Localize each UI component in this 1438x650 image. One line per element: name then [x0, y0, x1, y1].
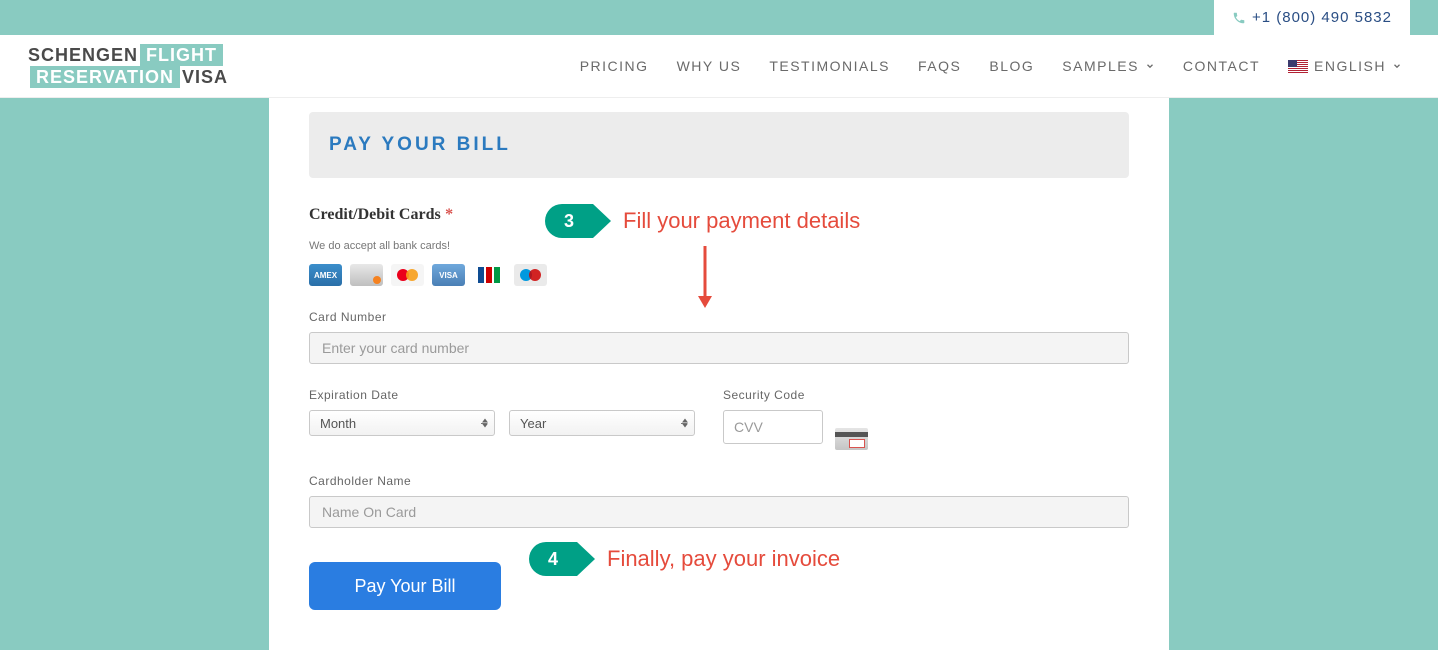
pay-button[interactable]: Pay Your Bill: [309, 562, 501, 610]
nav-language-label: ENGLISH: [1314, 58, 1386, 74]
nav-testimonials[interactable]: TESTIMONIALS: [769, 58, 890, 74]
nav-blog[interactable]: BLOG: [989, 58, 1034, 74]
required-mark: *: [445, 206, 453, 223]
nav-faqs[interactable]: FAQS: [918, 58, 961, 74]
jcb-icon: [473, 264, 506, 286]
mastercard-icon: [391, 264, 424, 286]
cvv-input[interactable]: [723, 410, 823, 444]
card-number-input[interactable]: [309, 332, 1129, 364]
chevron-down-icon: [1392, 61, 1402, 71]
visa-icon: VISA: [432, 264, 465, 286]
logo-word-2: FLIGHT: [140, 44, 223, 66]
nav-contact[interactable]: CONTACT: [1183, 58, 1260, 74]
cards-label: Credit/Debit Cards: [309, 206, 441, 223]
page-content: PAY YOUR BILL Credit/Debit Cards * We do…: [269, 98, 1169, 650]
nav-language[interactable]: ENGLISH: [1288, 58, 1402, 74]
expiration-label: Expiration Date: [309, 388, 709, 402]
section-heading: PAY YOUR BILL: [309, 112, 1129, 178]
security-code-label: Security Code: [723, 388, 868, 402]
accept-note: We do accept all bank cards!: [309, 240, 1129, 252]
section-heading-text: PAY YOUR BILL: [329, 134, 1109, 156]
phone-number: +1 (800) 490 5832: [1252, 9, 1392, 26]
nav-whyus[interactable]: WHY US: [677, 58, 742, 74]
exp-year-select[interactable]: Year: [509, 410, 695, 436]
chevron-down-icon: [1145, 61, 1155, 71]
nav-bar: SCHENGEN FLIGHT RESERVATION VISA PRICING…: [0, 35, 1438, 98]
card-number-label: Card Number: [309, 310, 1129, 324]
amex-icon: AMEX: [309, 264, 342, 286]
flag-us-icon: [1288, 60, 1308, 73]
arrow-down-icon: [694, 244, 716, 310]
card-brand-icons: AMEX VISA: [309, 264, 1129, 286]
cvv-card-icon: [835, 428, 868, 450]
logo-word-3: RESERVATION: [30, 66, 180, 88]
top-strip: +1 (800) 490 5832: [0, 0, 1438, 35]
exp-month-select[interactable]: Month: [309, 410, 495, 436]
nav-samples-label: SAMPLES: [1062, 58, 1139, 74]
cardholder-input[interactable]: [309, 496, 1129, 528]
phone-link[interactable]: +1 (800) 490 5832: [1214, 0, 1410, 35]
logo-word-1: SCHENGEN: [28, 46, 138, 64]
maestro-icon: [514, 264, 547, 286]
logo-word-4: VISA: [182, 68, 228, 86]
nav-links: PRICING WHY US TESTIMONIALS FAQS BLOG SA…: [580, 58, 1402, 74]
payment-form: Credit/Debit Cards * We do accept all ba…: [269, 178, 1169, 610]
nav-samples[interactable]: SAMPLES: [1062, 58, 1155, 74]
nav-pricing[interactable]: PRICING: [580, 58, 649, 74]
site-logo[interactable]: SCHENGEN FLIGHT RESERVATION VISA: [28, 44, 228, 88]
discover-icon: [350, 264, 383, 286]
phone-icon: [1232, 11, 1246, 25]
cardholder-label: Cardholder Name: [309, 474, 1129, 488]
